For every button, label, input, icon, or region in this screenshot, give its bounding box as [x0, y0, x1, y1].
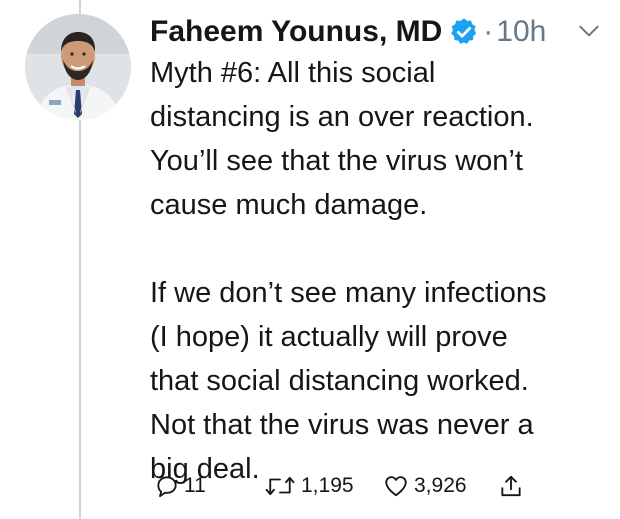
share-icon — [501, 475, 521, 497]
reply-button[interactable]: 11 — [154, 468, 206, 504]
retweet-button[interactable]: 1,195 — [263, 468, 354, 504]
tweet-timestamp[interactable]: 10h — [496, 15, 546, 49]
header-separator: · — [483, 15, 494, 48]
retweet-count: 1,195 — [301, 474, 354, 497]
heart-icon — [385, 476, 407, 497]
tweet-header: Faheem Younus, MD · 10h — [150, 9, 546, 55]
share-button[interactable] — [498, 468, 524, 504]
reply-count: 11 — [184, 474, 206, 497]
verified-badge-icon — [451, 18, 477, 44]
tweet-body: Myth #6: All this social distancing is a… — [150, 51, 610, 491]
avatar[interactable] — [25, 14, 131, 120]
like-button[interactable]: 3,926 — [382, 468, 467, 504]
reply-icon — [157, 476, 177, 498]
author-name[interactable]: Faheem Younus, MD — [150, 15, 442, 49]
like-count: 3,926 — [414, 474, 467, 497]
chevron-down-icon[interactable] — [576, 18, 602, 44]
profile-photo — [25, 14, 131, 120]
retweet-icon — [265, 476, 295, 496]
tweet-actions: 11 1,195 3,926 — [150, 468, 550, 504]
tweet-paragraph: If we don’t see many infections (I hope)… — [150, 277, 547, 485]
tweet-paragraph: Myth #6: All this social distancing is a… — [150, 57, 534, 221]
